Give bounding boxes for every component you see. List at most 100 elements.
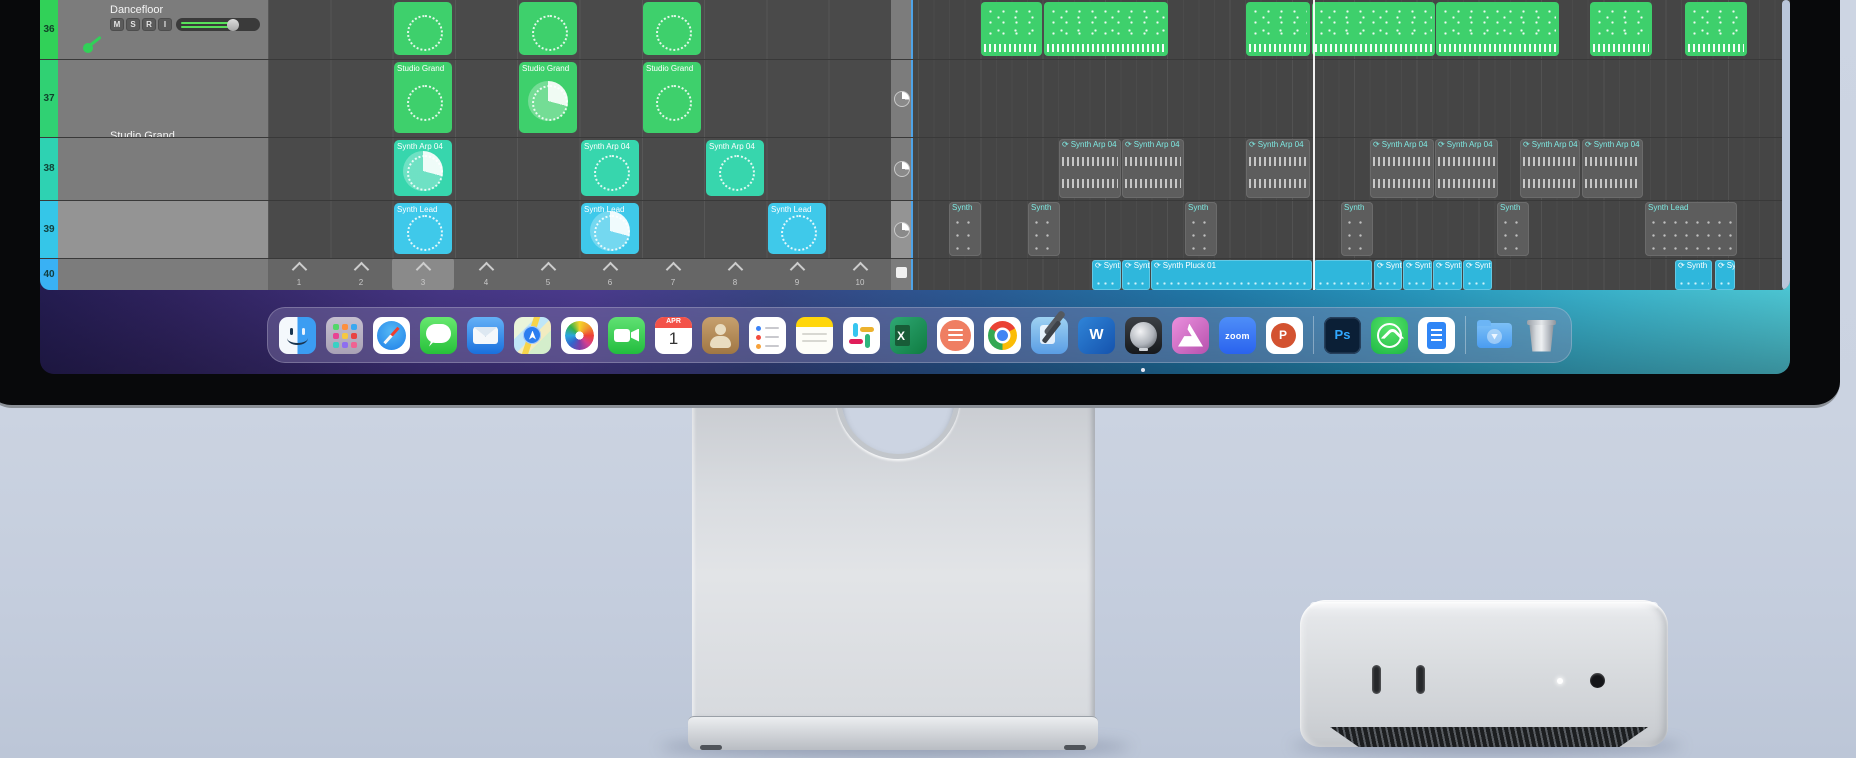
guitar-icon: .g36:before{background:#31d158;} .g36:af… xyxy=(82,14,104,34)
launchpad-icon[interactable] xyxy=(326,316,363,354)
track-header-synth-pluck[interactable]: Synth Pluck 01 M S R I xyxy=(58,258,268,290)
midi-region[interactable] xyxy=(981,2,1042,56)
midi-region[interactable] xyxy=(1312,2,1435,56)
scene-trigger-5[interactable]: 5 xyxy=(517,258,579,290)
downloads-folder-icon[interactable] xyxy=(1476,317,1513,354)
midi-region[interactable] xyxy=(1436,2,1559,56)
audio-region-synth-arp[interactable]: ⟳ Synth Arp 04 xyxy=(1582,139,1643,198)
reminders-icon[interactable] xyxy=(749,316,786,354)
contacts-icon[interactable] xyxy=(702,316,739,354)
midi-region-synth[interactable]: Synth xyxy=(1341,202,1373,256)
audio-region-synth-arp[interactable]: ⟳ Synth Arp 04 xyxy=(1246,139,1310,198)
loop-cell[interactable] xyxy=(643,2,701,55)
scene-trigger-1[interactable]: 1 xyxy=(268,258,330,290)
audio-region-synth-arp[interactable]: ⟳ Synth Arp 04 xyxy=(1122,139,1184,198)
midi-region-synth-lead[interactable]: Synth Lead xyxy=(1645,202,1737,256)
maps-icon[interactable] xyxy=(514,316,551,354)
track-header-dancefloor[interactable]: .g36:before{background:#31d158;} .g36:af… xyxy=(58,0,287,59)
stop-all-icon[interactable] xyxy=(896,267,907,278)
scene-trigger-2[interactable]: 2 xyxy=(330,258,392,290)
midi-region[interactable] xyxy=(1044,2,1168,56)
playhead[interactable] xyxy=(1313,0,1315,290)
word-icon[interactable]: W xyxy=(1078,316,1115,354)
loop-cell[interactable]: Synth Arp 04 xyxy=(581,140,639,196)
region-synth-pluck[interactable]: ⟳ Synt xyxy=(1463,260,1492,290)
affinity-photo-icon[interactable] xyxy=(1172,316,1209,354)
mail-icon[interactable] xyxy=(467,316,504,354)
loop-cell-playing[interactable]: Synth Lead xyxy=(581,203,639,254)
scene-trigger-6[interactable]: 6 xyxy=(579,258,641,290)
midi-region[interactable] xyxy=(1685,2,1747,56)
loop-cell[interactable]: Synth Arp 04 xyxy=(706,140,764,196)
cell-timer-icon[interactable] xyxy=(894,91,910,107)
solo-button[interactable]: S xyxy=(126,18,140,31)
volume-slider[interactable] xyxy=(176,18,260,31)
scene-trigger-3[interactable]: 3 xyxy=(392,258,454,290)
calendar-icon[interactable]: APR 1 xyxy=(655,316,692,354)
midi-region[interactable] xyxy=(1590,2,1652,56)
record-button[interactable]: R xyxy=(142,18,156,31)
zoom-icon[interactable]: zoom xyxy=(1219,316,1256,354)
messages-icon[interactable] xyxy=(420,316,457,354)
midi-region-synth[interactable]: Synth xyxy=(1185,202,1217,256)
vertical-scrollbar[interactable] xyxy=(1782,0,1790,290)
safari-icon[interactable] xyxy=(373,316,410,354)
midi-region-synth[interactable]: Synth xyxy=(1028,202,1060,256)
midi-region-synth[interactable]: Synth xyxy=(1497,202,1529,256)
scene-trigger-4[interactable]: 4 xyxy=(455,258,517,290)
facetime-icon[interactable] xyxy=(608,316,645,354)
mute-button[interactable]: M xyxy=(110,18,124,31)
scene-trigger-9[interactable]: 9 xyxy=(766,258,828,290)
region-synth-pluck[interactable]: ⟳ Synt xyxy=(1403,260,1432,290)
input-button[interactable]: I xyxy=(158,18,172,31)
google-docs-icon[interactable] xyxy=(1418,316,1455,354)
logic-pro-icon[interactable] xyxy=(1125,316,1162,372)
scene-trigger-8[interactable]: 8 xyxy=(704,258,766,290)
chrome-icon[interactable] xyxy=(984,316,1021,354)
track-header-synth-lead[interactable]: Synth Lead M S R I xyxy=(58,200,268,258)
loop-cell[interactable]: Synth Lead xyxy=(768,203,826,254)
track-header-synth-arp[interactable]: Synth Arp 04 M S R I xyxy=(58,137,268,290)
audio-region-synth-arp[interactable]: ⟳ Synth Arp 04 xyxy=(1520,139,1580,198)
photos-icon[interactable] xyxy=(561,316,598,354)
region-synth-pluck[interactable]: ⟳ Synt xyxy=(1092,260,1121,290)
region-synth-pluck[interactable]: ⟳ Synt xyxy=(1433,260,1462,290)
audio-region-synth-arp[interactable]: ⟳ Synth Arp 04 xyxy=(1059,139,1121,198)
slack-icon[interactable] xyxy=(843,316,880,354)
scene-trigger-7[interactable]: 7 xyxy=(642,258,704,290)
region-synth-pluck[interactable]: ⟳ Synth Pluck 01 xyxy=(1151,260,1312,290)
loop-cell[interactable] xyxy=(394,2,452,55)
region-synth-pluck[interactable]: ⟳ Synt xyxy=(1374,260,1402,290)
photoshop-icon[interactable]: Ps xyxy=(1324,316,1361,354)
finder-icon[interactable] xyxy=(279,316,316,354)
cell-timer-icon[interactable] xyxy=(894,161,910,177)
region-synth-pluck[interactable]: ⟳ Synth xyxy=(1675,260,1712,290)
loop-cell[interactable]: Studio Grand xyxy=(643,62,701,133)
midi-region[interactable] xyxy=(1246,2,1310,56)
excel-icon[interactable]: X xyxy=(890,316,927,354)
region-synth-pluck[interactable] xyxy=(1314,260,1372,290)
xcode-icon[interactable] xyxy=(1031,316,1068,354)
midi-region-synth[interactable]: Synth xyxy=(949,202,981,256)
loop-cell[interactable]: Studio Grand xyxy=(394,62,452,133)
loop-cell-playing[interactable]: Studio Grand xyxy=(519,62,577,133)
powerpoint-icon[interactable]: P xyxy=(1266,316,1303,354)
stand-foot-pad xyxy=(700,745,722,750)
whatsapp-icon[interactable] xyxy=(1371,316,1408,354)
loop-cell[interactable] xyxy=(519,2,577,55)
audio-region-synth-arp[interactable]: ⟳ Synth Arp 04 xyxy=(1370,139,1434,198)
trash-icon[interactable] xyxy=(1523,317,1560,354)
region-synth-pluck[interactable]: ⟳ Synt xyxy=(1122,260,1150,290)
region-synth-pluck[interactable]: ⟳ Sy xyxy=(1715,260,1735,290)
loop-cell[interactable]: Synth Lead xyxy=(394,203,452,254)
audio-region-synth-arp[interactable]: ⟳ Synth Arp 04 xyxy=(1435,139,1498,198)
stand-foot xyxy=(688,716,1098,750)
loop-cell-playing[interactable]: Synth Arp 04 xyxy=(394,140,452,196)
notes-icon[interactable] xyxy=(796,316,833,354)
track-header-studio-grand[interactable]: Studio Grand M S R I xyxy=(58,59,287,159)
quip-icon[interactable] xyxy=(937,316,974,354)
scene-trigger-10[interactable]: 10 xyxy=(829,258,891,290)
usb-c-port xyxy=(1416,665,1425,694)
track-msri-buttons: M S R I xyxy=(110,18,172,31)
cell-timer-icon[interactable] xyxy=(894,222,910,238)
